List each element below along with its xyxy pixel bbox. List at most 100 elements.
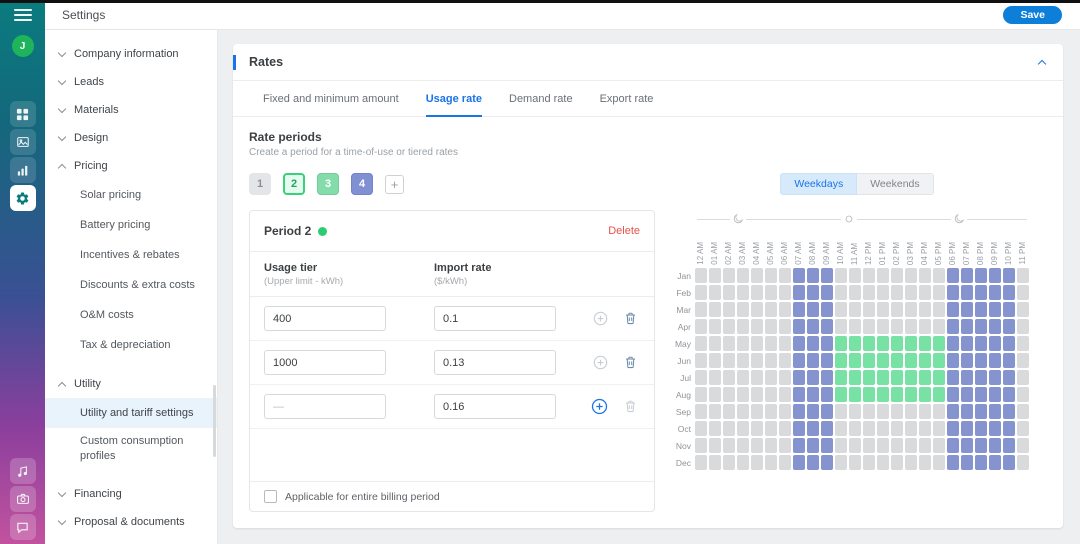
- schedule-cell[interactable]: [695, 455, 707, 470]
- schedule-cell[interactable]: [961, 404, 973, 419]
- apps-button[interactable]: [10, 101, 36, 127]
- schedule-cell[interactable]: [863, 455, 875, 470]
- schedule-cell[interactable]: [709, 421, 721, 436]
- schedule-cell[interactable]: [765, 387, 777, 402]
- schedule-cell[interactable]: [793, 455, 805, 470]
- schedule-cell[interactable]: [765, 353, 777, 368]
- add-tier-icon[interactable]: [593, 355, 608, 370]
- schedule-cell[interactable]: [947, 421, 959, 436]
- schedule-cell[interactable]: [975, 455, 987, 470]
- schedule-cell[interactable]: [933, 370, 945, 385]
- sidebar-item-financing[interactable]: Financing: [45, 480, 217, 508]
- schedule-cell[interactable]: [877, 353, 889, 368]
- schedule-cell[interactable]: [961, 268, 973, 283]
- schedule-cell[interactable]: [933, 387, 945, 402]
- schedule-cell[interactable]: [1003, 455, 1015, 470]
- schedule-cell[interactable]: [709, 285, 721, 300]
- delete-period-button[interactable]: Delete: [608, 225, 640, 237]
- schedule-cell[interactable]: [891, 370, 903, 385]
- schedule-cell[interactable]: [849, 353, 861, 368]
- schedule-cell[interactable]: [779, 438, 791, 453]
- schedule-cell[interactable]: [877, 438, 889, 453]
- schedule-cell[interactable]: [863, 421, 875, 436]
- schedule-cell[interactable]: [891, 319, 903, 334]
- sidebar-item-discounts-extra-costs[interactable]: Discounts & extra costs: [45, 270, 217, 300]
- schedule-cell[interactable]: [807, 438, 819, 453]
- schedule-cell[interactable]: [835, 455, 847, 470]
- schedule-cell[interactable]: [709, 268, 721, 283]
- sidebar-item-custom-consumption-profiles[interactable]: Custom consumption profiles: [45, 428, 217, 470]
- schedule-cell[interactable]: [989, 404, 1001, 419]
- schedule-cell[interactable]: [821, 387, 833, 402]
- period-chip-4[interactable]: 4: [351, 173, 373, 195]
- schedule-cell[interactable]: [779, 319, 791, 334]
- schedule-cell[interactable]: [933, 302, 945, 317]
- schedule-cell[interactable]: [751, 404, 763, 419]
- schedule-cell[interactable]: [835, 336, 847, 351]
- schedule-cell[interactable]: [709, 336, 721, 351]
- schedule-cell[interactable]: [723, 268, 735, 283]
- delete-tier-icon[interactable]: [623, 399, 638, 414]
- schedule-cell[interactable]: [807, 455, 819, 470]
- menu-button[interactable]: [14, 9, 32, 21]
- sidebar-item-solar-pricing[interactable]: Solar pricing: [45, 180, 217, 210]
- schedule-cell[interactable]: [807, 319, 819, 334]
- schedule-cell[interactable]: [891, 285, 903, 300]
- schedule-cell[interactable]: [933, 404, 945, 419]
- schedule-cell[interactable]: [919, 268, 931, 283]
- schedule-cell[interactable]: [933, 455, 945, 470]
- schedule-cell[interactable]: [849, 421, 861, 436]
- schedule-cell[interactable]: [723, 438, 735, 453]
- schedule-cell[interactable]: [1003, 421, 1015, 436]
- schedule-cell[interactable]: [807, 302, 819, 317]
- schedule-cell[interactable]: [709, 404, 721, 419]
- schedule-cell[interactable]: [751, 353, 763, 368]
- schedule-cell[interactable]: [737, 387, 749, 402]
- sidebar-item-utility[interactable]: Utility: [45, 370, 217, 398]
- schedule-cell[interactable]: [849, 268, 861, 283]
- schedule-cell[interactable]: [737, 302, 749, 317]
- schedule-cell[interactable]: [765, 319, 777, 334]
- schedule-cell[interactable]: [933, 336, 945, 351]
- camera-button[interactable]: [10, 486, 36, 512]
- schedule-cell[interactable]: [737, 319, 749, 334]
- schedule-cell[interactable]: [989, 336, 1001, 351]
- sidebar-item-incentives-rebates[interactable]: Incentives & rebates: [45, 240, 217, 270]
- schedule-cell[interactable]: [723, 353, 735, 368]
- schedule-cell[interactable]: [1017, 319, 1029, 334]
- schedule-cell[interactable]: [765, 268, 777, 283]
- schedule-cell[interactable]: [877, 404, 889, 419]
- schedule-cell[interactable]: [1003, 370, 1015, 385]
- schedule-cell[interactable]: [947, 370, 959, 385]
- schedule-cell[interactable]: [807, 285, 819, 300]
- schedule-cell[interactable]: [975, 336, 987, 351]
- schedule-cell[interactable]: [961, 302, 973, 317]
- schedule-cell[interactable]: [779, 455, 791, 470]
- schedule-cell[interactable]: [877, 387, 889, 402]
- schedule-cell[interactable]: [919, 370, 931, 385]
- schedule-cell[interactable]: [821, 268, 833, 283]
- schedule-cell[interactable]: [877, 370, 889, 385]
- schedule-cell[interactable]: [975, 421, 987, 436]
- schedule-cell[interactable]: [891, 302, 903, 317]
- schedule-cell[interactable]: [737, 268, 749, 283]
- schedule-cell[interactable]: [961, 387, 973, 402]
- delete-tier-icon[interactable]: [623, 355, 638, 370]
- schedule-cell[interactable]: [877, 319, 889, 334]
- schedule-cell[interactable]: [835, 387, 847, 402]
- schedule-cell[interactable]: [779, 336, 791, 351]
- schedule-cell[interactable]: [723, 404, 735, 419]
- media-button[interactable]: [10, 129, 36, 155]
- collapse-chevron-icon[interactable]: [1038, 59, 1046, 67]
- schedule-cell[interactable]: [1017, 353, 1029, 368]
- schedule-cell[interactable]: [947, 268, 959, 283]
- schedule-cell[interactable]: [737, 455, 749, 470]
- schedule-cell[interactable]: [919, 404, 931, 419]
- import-rate-input[interactable]: [434, 394, 556, 419]
- schedule-cell[interactable]: [765, 421, 777, 436]
- sidebar-item-om-costs[interactable]: O&M costs: [45, 300, 217, 330]
- schedule-cell[interactable]: [975, 438, 987, 453]
- schedule-cell[interactable]: [919, 438, 931, 453]
- sidebar-item-materials[interactable]: Materials: [45, 96, 217, 124]
- schedule-cell[interactable]: [835, 353, 847, 368]
